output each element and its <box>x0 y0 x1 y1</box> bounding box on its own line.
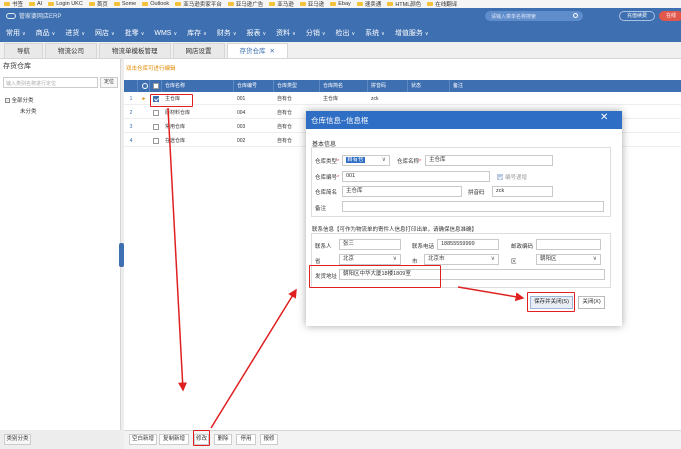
annotation-arrow <box>457 286 525 302</box>
annotation-arrow <box>167 107 188 392</box>
annotation-arrows <box>167 107 525 429</box>
annotation-arrow <box>210 288 297 429</box>
